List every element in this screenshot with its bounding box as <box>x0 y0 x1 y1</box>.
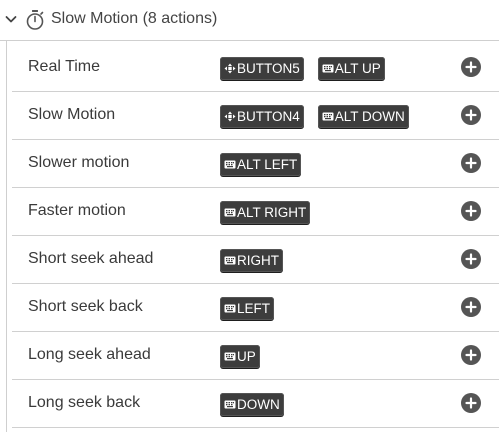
key-binding-list: ALT RIGHT <box>220 201 311 224</box>
key-binding-text: ALT UP <box>334 61 381 76</box>
group-divider <box>0 40 499 41</box>
key-binding-list: DOWN <box>220 393 284 416</box>
mouse-icon <box>224 111 237 122</box>
keyboard-icon <box>224 303 237 314</box>
plus-circle-icon <box>465 397 477 409</box>
add-binding-button[interactable] <box>461 249 481 269</box>
plus-circle-icon <box>465 205 477 217</box>
plus-circle-icon <box>465 349 477 361</box>
keyboard-icon <box>322 63 335 74</box>
key-binding-chip[interactable]: BUTTON4 <box>220 105 304 128</box>
plus-circle-icon <box>465 301 477 313</box>
plus-circle-icon <box>465 61 477 73</box>
add-binding-button[interactable] <box>461 105 481 125</box>
keyboard-icon <box>224 255 237 266</box>
keyboard-icon <box>224 207 237 218</box>
key-binding-list: RIGHT <box>220 249 283 272</box>
key-binding-text: BUTTON4 <box>237 109 300 124</box>
key-binding-chip[interactable]: UP <box>220 345 260 368</box>
action-row: Long seek ahead UP <box>12 332 499 380</box>
key-binding-chip[interactable]: ALT RIGHT <box>220 201 311 224</box>
key-binding-text: UP <box>237 349 256 364</box>
add-binding-button[interactable] <box>461 153 481 173</box>
add-binding-button[interactable] <box>461 201 481 221</box>
action-row: Slower motion ALT LEFT <box>12 140 499 188</box>
action-label: Slower motion <box>28 154 130 171</box>
key-binding-text: RIGHT <box>237 253 279 268</box>
action-label: Long seek back <box>28 394 141 411</box>
add-binding-button[interactable] <box>461 393 481 413</box>
stopwatch-icon <box>26 10 44 30</box>
keyboard-icon <box>322 111 335 122</box>
key-binding-text: BUTTON5 <box>237 61 300 76</box>
key-binding-chip[interactable]: ALT UP <box>317 57 385 80</box>
plus-circle-icon <box>465 109 477 121</box>
keyboard-icon <box>224 159 237 170</box>
add-binding-button[interactable] <box>461 297 481 317</box>
action-label: Faster motion <box>28 202 126 219</box>
key-binding-chip[interactable]: BUTTON5 <box>220 57 304 80</box>
key-binding-chip[interactable]: ALT LEFT <box>220 153 302 176</box>
key-binding-text: DOWN <box>237 397 280 412</box>
action-row: Long seek back DOWN <box>12 380 499 428</box>
action-row: Short seek back LEFT <box>12 284 499 332</box>
action-label: Slow Motion <box>28 106 116 123</box>
key-binding-list: BUTTON4 ALT DOWN <box>220 105 409 128</box>
key-binding-text: LEFT <box>237 301 271 316</box>
key-binding-text: ALT LEFT <box>237 157 298 172</box>
key-binding-list: LEFT <box>220 297 275 320</box>
key-binding-list: BUTTON5 ALT UP <box>220 57 385 80</box>
action-row: Slow Motion BUTTON4 ALT DOWN <box>12 92 499 140</box>
add-binding-button[interactable] <box>461 57 481 77</box>
add-binding-button[interactable] <box>461 345 481 365</box>
key-binding-text: ALT RIGHT <box>237 205 307 220</box>
action-list: Real Time BUTTON5 ALT UP Slow Motion BUTTON4… <box>12 44 499 428</box>
mouse-icon <box>224 63 237 74</box>
action-row: Real Time BUTTON5 ALT UP <box>12 44 499 92</box>
action-row: Short seek ahead RIGHT <box>12 236 499 284</box>
key-binding-list: UP <box>220 345 260 368</box>
action-label: Short seek ahead <box>28 250 154 267</box>
key-binding-chip[interactable]: LEFT <box>220 297 275 320</box>
plus-circle-icon <box>465 253 477 265</box>
key-binding-list: ALT LEFT <box>220 153 302 176</box>
group-header[interactable]: Slow Motion (8 actions) <box>0 0 499 40</box>
action-label: Short seek back <box>28 298 143 315</box>
keyboard-icon <box>224 399 237 410</box>
group-title: Slow Motion (8 actions) <box>51 10 218 27</box>
key-binding-chip[interactable]: ALT DOWN <box>317 105 409 128</box>
keyboard-icon <box>224 351 237 362</box>
action-group-panel: Slow Motion (8 actions) Real Time BUTTON5… <box>0 0 499 432</box>
plus-circle-icon <box>465 157 477 169</box>
key-binding-chip[interactable]: DOWN <box>220 393 284 416</box>
action-label: Long seek ahead <box>28 346 151 363</box>
action-row: Faster motion ALT RIGHT <box>12 188 499 236</box>
chevron-down-icon[interactable] <box>4 12 18 26</box>
group-rail <box>6 41 7 432</box>
key-binding-chip[interactable]: RIGHT <box>220 249 283 272</box>
action-label: Real Time <box>28 58 101 75</box>
key-binding-text: ALT DOWN <box>334 109 405 124</box>
